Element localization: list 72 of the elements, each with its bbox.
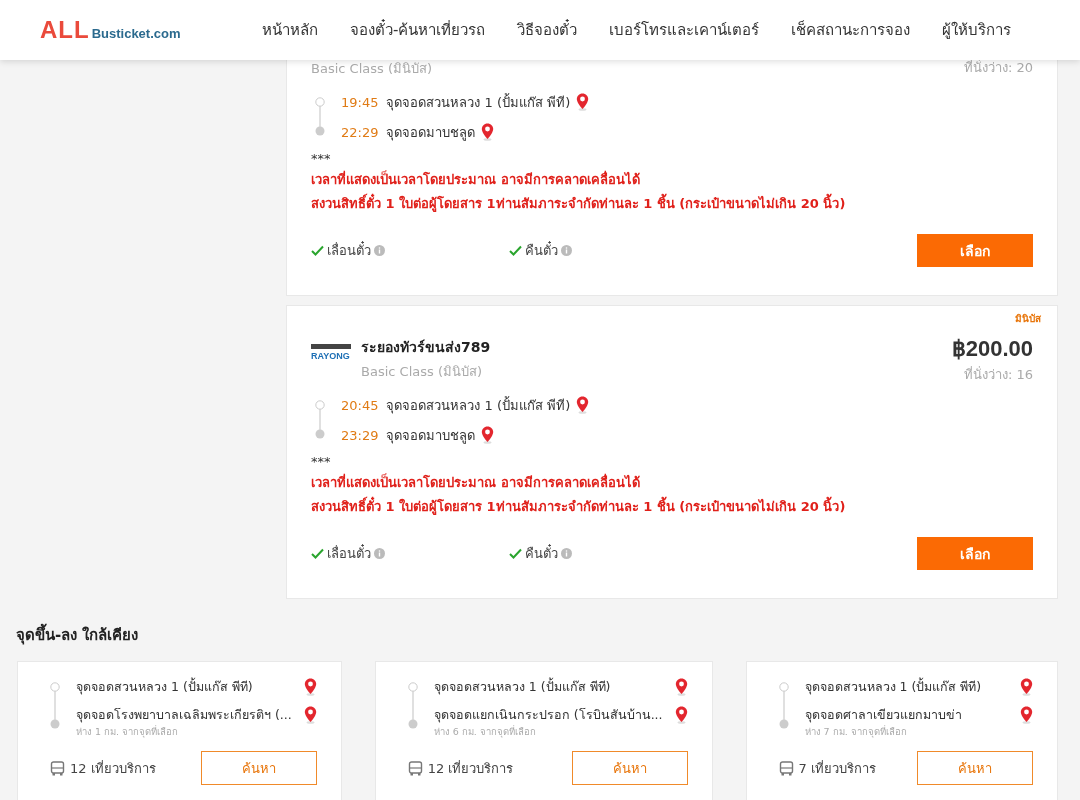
logo-brand[interactable]: ALL [40, 16, 90, 44]
map-pin-icon [576, 93, 590, 111]
map-pin-icon [674, 706, 688, 724]
trip-count: 7 เที่ยวบริการ [798, 759, 876, 778]
bus-icon [50, 760, 65, 776]
operator-logo: RAYONG [311, 344, 351, 368]
distance-note: ห่าง 6 กม. จากจุดที่เลือก [433, 724, 537, 739]
stop-place: จุดจอดแยกเนินกระปรอก (โรบินสันบ้าน... [433, 706, 663, 725]
info-icon[interactable] [561, 548, 572, 559]
bus-type-label: มินิบัส [1015, 312, 1041, 326]
nav-link[interactable]: วิธีจองตั๋ว [517, 18, 578, 42]
bus-class: Basic Class (มินิบัส) [361, 363, 484, 381]
info-icon[interactable] [374, 548, 385, 559]
map-pin-icon [1020, 678, 1033, 696]
stop-place: จุดจอดศาลาเขียวแยกมาบข่า [804, 706, 963, 725]
distance-note: ห่าง 1 กม. จากจุดที่เลือก [76, 724, 180, 739]
price: ฿200.00 [951, 336, 1033, 362]
stop-place: จุดจอดโรงพยาบาลเฉลิมพระเกียรติฯ (... [76, 706, 292, 725]
info-icon[interactable] [374, 245, 385, 256]
warning-note: เวลาที่แสดงเป็นเวลาโดยประมาณ อาจมีการคลาดเคลื่อนได้ [311, 169, 641, 189]
trip-count: 12 เที่ยวบริการ [427, 759, 514, 778]
timeline-drawing [407, 682, 418, 729]
search-button[interactable]: ค้นหา [571, 751, 688, 785]
stop-time: 23:29 [341, 427, 379, 443]
nav-link[interactable]: ผู้ให้บริการ [942, 18, 1012, 42]
timeline-drawing [315, 400, 325, 439]
stop-place: จุดจอดมาบชลูด [386, 123, 476, 143]
nav-link[interactable]: จองตั๋ว-ค้นหาเที่ยวรถ [350, 18, 486, 42]
map-pin-icon [1020, 706, 1033, 724]
nav-link[interactable]: เบอร์โทรและเคาน์เตอร์ [609, 18, 760, 42]
stop-time: 20:45 [341, 397, 379, 413]
bus-icon [407, 760, 423, 776]
stop-time: 19:45 [341, 94, 379, 110]
note-mark: *** [311, 454, 332, 469]
nav-link[interactable]: หน้าหลัก [262, 18, 318, 42]
seats-available: ที่นั่งว่าง: 16 [963, 365, 1033, 384]
map-pin-icon [303, 678, 317, 696]
timeline-drawing [315, 97, 325, 136]
timeline-drawing [778, 682, 789, 729]
feature-label: เลื่อนตั๋ว [327, 543, 371, 563]
map-pin-icon [481, 123, 495, 141]
stop-place: จุดจอดมาบชลูด [386, 426, 476, 446]
timeline-drawing [50, 682, 60, 729]
stop-place: จุดจอดสวนหลวง 1 (ปั้มแก๊ส พีที) [76, 677, 254, 697]
nav-link[interactable]: เช็คสถานะการจอง [791, 18, 911, 42]
map-pin-icon [481, 426, 495, 444]
warning-note: สงวนสิทธิ์ตั๋ว 1 ใบต่อผู้โดยสาร 1ท่านสัมภาระจำกัดท่านละ 1 ชิ้น (กระเป๋าขนาดไม่เกิน 20 นิ้ว) [311, 193, 1033, 214]
trip-count: 12 เที่ยวบริการ [70, 759, 156, 778]
seats-available: ที่นั่งว่าง: 20 [963, 59, 1033, 77]
stop-place: จุดจอดสวนหลวง 1 (ปั้มแก๊ส พีที) [386, 92, 571, 113]
bus-class: Basic Class (มินิบัส) [311, 60, 434, 78]
feature-label: คืนตั๋ว [525, 240, 558, 260]
search-button[interactable]: ค้นหา [200, 751, 317, 785]
stop-place: จุดจอดสวนหลวง 1 (ปั้มแก๊ส พีที) [386, 395, 571, 416]
bus-icon [778, 760, 794, 776]
map-pin-icon [576, 396, 590, 414]
warning-note: เวลาที่แสดงเป็นเวลาโดยประมาณ อาจมีการคลาดเคลื่อนได้ [311, 472, 641, 492]
map-pin-icon [674, 678, 688, 696]
feature-label: คืนตั๋ว [525, 543, 558, 563]
stop-place: จุดจอดสวนหลวง 1 (ปั้มแก๊ส พีที) [433, 677, 612, 697]
section-title: จุดขึ้น-ลง ใกล้เคียง [0, 599, 1080, 661]
note-mark: *** [311, 151, 332, 166]
info-icon[interactable] [561, 245, 572, 256]
feature-label: เลื่อนตั๋ว [327, 240, 371, 260]
warning-note: สงวนสิทธิ์ตั๋ว 1 ใบต่อผู้โดยสาร 1ท่านสัมภาระจำกัดท่านละ 1 ชิ้น (กระเป๋าขนาดไม่เกิน 20 นิ้ว) [311, 496, 1033, 517]
search-button[interactable]: ค้นหา [917, 751, 1033, 785]
stop-time: 22:29 [341, 124, 379, 140]
stop-place: จุดจอดสวนหลวง 1 (ปั้มแก๊ส พีที) [804, 677, 983, 697]
logo-domain[interactable]: Busticket.com [91, 26, 181, 41]
distance-note: ห่าง 7 กม. จากจุดที่เลือก [804, 724, 908, 739]
map-pin-icon [303, 706, 317, 724]
operator-name: ระยองทัวร์ขนส่ง789 [361, 338, 492, 357]
